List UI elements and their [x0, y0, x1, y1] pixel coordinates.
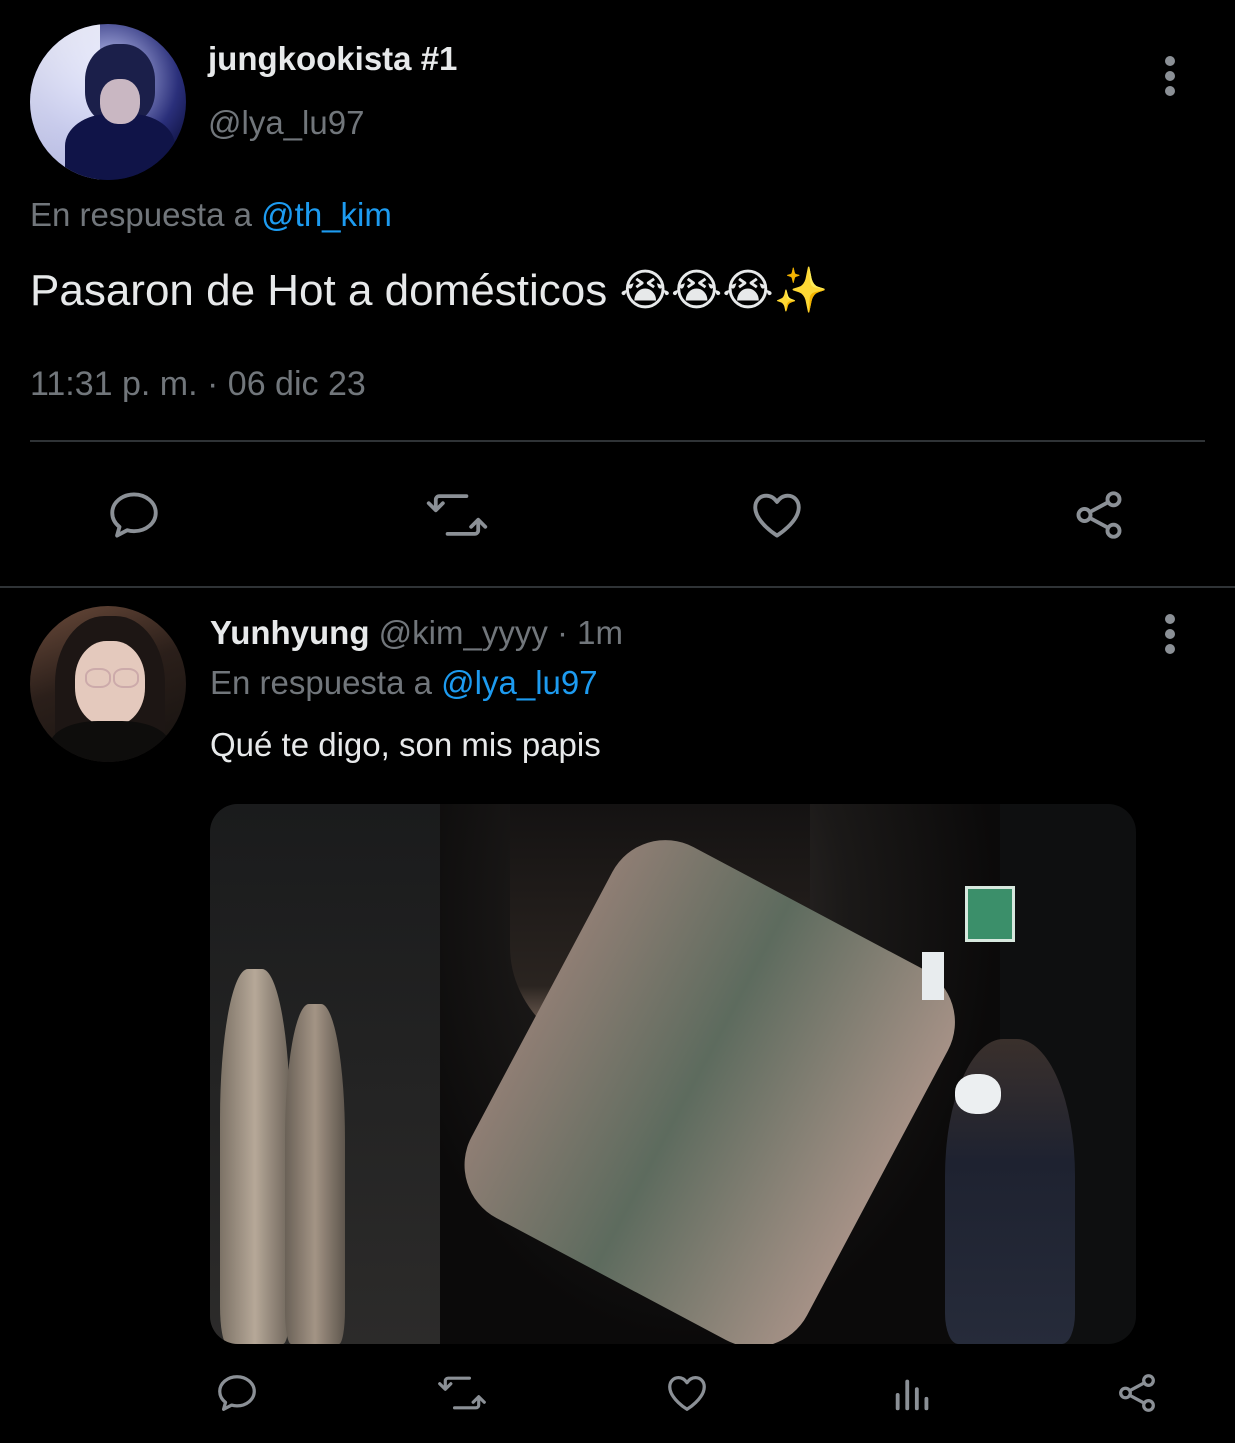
avatar[interactable]: [30, 24, 186, 180]
divider: [0, 586, 1235, 588]
display-name[interactable]: Yunhyung: [210, 614, 370, 651]
timestamp[interactable]: 11:31 p. m. · 06 dic 23: [30, 365, 366, 404]
reply-prefix: En respuesta a: [30, 196, 252, 233]
tweet-emojis: 😭😭😭✨: [619, 265, 829, 316]
reply-context: En respuesta a @lya_lu97: [210, 664, 598, 702]
retweet-icon[interactable]: [424, 486, 490, 544]
comment-icon[interactable]: [214, 1370, 260, 1416]
reply-context: En respuesta a @th_kim: [30, 196, 392, 234]
mention-link[interactable]: @th_kim: [261, 196, 392, 233]
more-vertical-icon[interactable]: [1158, 614, 1184, 654]
heart-icon[interactable]: [664, 1370, 710, 1416]
analytics-icon[interactable]: [890, 1370, 936, 1416]
display-name[interactable]: jungkookista #1: [208, 40, 457, 78]
reply-header: Yunhyung @kim_yyyy · 1m: [210, 614, 623, 652]
heart-icon[interactable]: [748, 486, 806, 544]
comment-icon[interactable]: [105, 486, 163, 544]
tweet-media-photo[interactable]: [210, 804, 1136, 1344]
mention-link[interactable]: @lya_lu97: [441, 664, 597, 701]
retweet-icon[interactable]: [436, 1370, 488, 1416]
avatar[interactable]: [30, 606, 186, 762]
share-icon[interactable]: [1114, 1370, 1160, 1416]
tweet-text: Pasaron de Hot a domésticos 😭😭😭✨: [30, 264, 828, 316]
divider: [30, 440, 1205, 442]
user-handle[interactable]: @lya_lu97: [208, 104, 364, 142]
tweet-text: Qué te digo, son mis papis: [210, 726, 601, 763]
more-vertical-icon[interactable]: [1158, 56, 1184, 96]
tweet-text-body: Pasaron de Hot a domésticos: [30, 266, 608, 315]
user-handle-and-time[interactable]: @kim_yyyy · 1m: [379, 614, 623, 651]
reply-prefix: En respuesta a: [210, 664, 432, 701]
share-icon[interactable]: [1070, 486, 1128, 544]
